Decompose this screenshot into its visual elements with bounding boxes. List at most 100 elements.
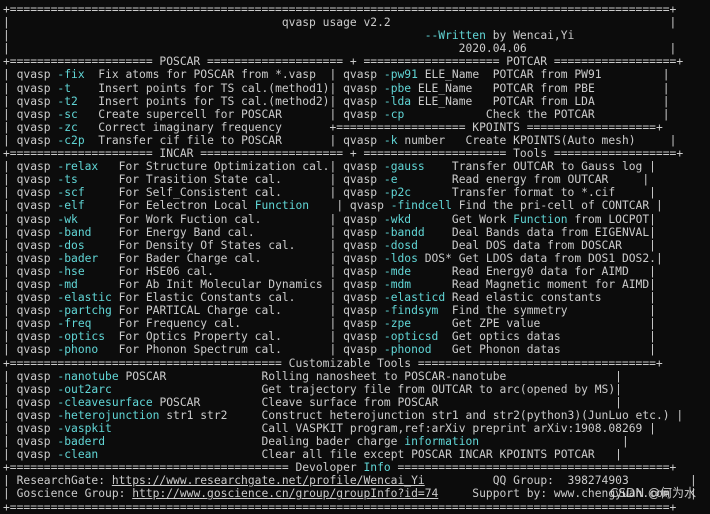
option-flag: -k bbox=[384, 134, 398, 147]
terminal-line: | qvasp -partchg For PARTICAL Charge cal… bbox=[3, 304, 707, 317]
option-flag: -bandd bbox=[384, 226, 425, 239]
terminal-line: +===================== INCAR ===========… bbox=[3, 147, 707, 160]
terminal-text: Clear all file except POSCAR INCAR KPOIN… bbox=[98, 448, 622, 461]
terminal-text: | bbox=[3, 29, 425, 42]
terminal-text: Deal Bands data from EIGENVAL| bbox=[425, 226, 656, 239]
option-flag: -elastic bbox=[57, 291, 111, 304]
option-flag: -t2 bbox=[57, 95, 77, 108]
terminal-text: | qvasp bbox=[3, 422, 57, 435]
option-flag: -relax bbox=[57, 160, 98, 173]
terminal-text: | qvasp bbox=[3, 383, 57, 396]
terminal-line: | qvasp -nanotube POSCAR Rolling nanoshe… bbox=[3, 370, 707, 383]
terminal-text: str1 str2 Construct heterojunction str1 … bbox=[159, 409, 683, 422]
option-flag: -scf bbox=[57, 186, 84, 199]
option-flag: -elf bbox=[57, 199, 84, 212]
terminal-text: For Elastic Constants cal. | qvasp bbox=[112, 291, 384, 304]
terminal-text: | qvasp bbox=[3, 108, 57, 121]
terminal-text: | qvasp bbox=[3, 252, 57, 265]
option-flag: -md bbox=[57, 278, 77, 291]
terminal-text: Get optics datas | bbox=[438, 330, 656, 343]
terminal-text: | qvasp bbox=[3, 435, 57, 448]
terminal-text: +=======================================… bbox=[3, 357, 663, 370]
terminal-line: | qvasp -scf For Self_Consistent cal. | … bbox=[3, 186, 707, 199]
terminal-line: | Goscience Group: http://www.goscience.… bbox=[3, 487, 707, 500]
terminal-line: | qvasp -baderd Dealing bader charge inf… bbox=[3, 435, 707, 448]
terminal-text: For Ab Init Molecular Dynamics | qvasp bbox=[78, 278, 384, 291]
terminal-text: | qvasp bbox=[3, 121, 57, 134]
terminal-line: | qvasp -fix Fix atoms for POSCAR from *… bbox=[3, 68, 707, 81]
option-flag: -clean bbox=[57, 448, 98, 461]
terminal-text: | qvasp bbox=[3, 396, 57, 409]
terminal-text: +===================== POSCAR ==========… bbox=[3, 55, 683, 68]
terminal-text: Correct imaginary frequency +===========… bbox=[78, 121, 663, 134]
option-flag: -gauss bbox=[384, 160, 425, 173]
terminal-line: +=======================================… bbox=[3, 3, 707, 16]
terminal-text: Transfer OUTCAR to Gauss log | bbox=[425, 160, 656, 173]
terminal-line: | qvasp -md For Ab Init Molecular Dynami… bbox=[3, 278, 707, 291]
option-flag: -fix bbox=[57, 68, 84, 81]
option-flag: -phono bbox=[57, 343, 98, 356]
terminal-text: | qvasp bbox=[3, 160, 57, 173]
terminal-line: +=======================================… bbox=[3, 461, 707, 474]
terminal-line: | qvasp -elf For Eelectron Local Functio… bbox=[3, 199, 707, 212]
option-flag: -wk bbox=[57, 213, 77, 226]
option-flag: -cleavesurface bbox=[57, 396, 152, 409]
terminal-line: | ResearchGate: https://www.researchgate… bbox=[3, 474, 707, 487]
terminal-text: | qvasp usage v2.2 | bbox=[3, 16, 676, 29]
terminal-text: POSCAR Rolling nanosheet to POSCAR-nanot… bbox=[119, 370, 622, 383]
option-flag: -baderd bbox=[57, 435, 105, 448]
option-flag: -ldos bbox=[384, 252, 418, 265]
terminal-text: For Optics Property cal. | qvasp bbox=[105, 330, 384, 343]
option-flag: -findcell bbox=[391, 199, 452, 212]
terminal-line: | qvasp -bader For Bader Charge cal. | q… bbox=[3, 252, 707, 265]
terminal-text: Find the symmetry | bbox=[438, 304, 656, 317]
terminal-text: Read elastic constants | bbox=[445, 291, 656, 304]
terminal-text: | qvasp bbox=[3, 291, 57, 304]
terminal-text: | qvasp bbox=[3, 82, 57, 95]
terminal-text: +=======================================… bbox=[3, 461, 363, 474]
terminal-text: | qvasp bbox=[3, 95, 57, 108]
terminal-line: | qvasp -dos For Density Of States cal. … bbox=[3, 239, 707, 252]
option-flag: -pw91 bbox=[384, 68, 418, 81]
terminal-text: Deal DOS data from DOSCAR | bbox=[418, 239, 656, 252]
terminal-line: | qvasp -clean Clear all file except POS… bbox=[3, 448, 707, 461]
terminal-text: | qvasp bbox=[3, 213, 57, 226]
option-flag: -zpe bbox=[384, 317, 411, 330]
url-link[interactable]: https://www.researchgate.net/profile/Wen… bbox=[112, 474, 425, 487]
terminal-text: For Energy Band cal. | qvasp bbox=[91, 226, 383, 239]
option-flag: Info bbox=[363, 461, 390, 474]
terminal-text: +=======================================… bbox=[3, 3, 676, 16]
terminal-text: For Eelectron Local bbox=[85, 199, 255, 212]
terminal-text: Transfer cif file to POSCAR | qvasp bbox=[85, 134, 384, 147]
option-flag: -cp bbox=[384, 108, 404, 121]
option-flag: -dos bbox=[57, 239, 84, 252]
watermark: CSDN @何为水 bbox=[610, 487, 696, 500]
terminal-text: Dealing bader charge bbox=[105, 435, 404, 448]
terminal-text: For Frequency cal. | qvasp bbox=[91, 317, 383, 330]
terminal-text: | qvasp bbox=[3, 265, 57, 278]
terminal-line: | qvasp -zc Correct imaginary frequency … bbox=[3, 121, 707, 134]
terminal-text: | qvasp bbox=[3, 226, 57, 239]
option-flag: -partchg bbox=[57, 304, 111, 317]
option-flag: -p2c bbox=[384, 186, 411, 199]
terminal-text: Insert points for TS cal.(method1)| qvas… bbox=[71, 82, 384, 95]
url-link[interactable]: http://www.goscience.cn/group/groupInfo?… bbox=[132, 487, 438, 500]
terminal-text: | qvasp bbox=[3, 448, 57, 461]
terminal-line: | qvasp -c2p Transfer cif file to POSCAR… bbox=[3, 134, 707, 147]
terminal-line: | qvasp -wk For Work Fuction cal. | qvas… bbox=[3, 213, 707, 226]
option-flag: Function bbox=[255, 199, 309, 212]
terminal-window: +=======================================… bbox=[3, 3, 707, 507]
option-flag: -zc bbox=[57, 121, 77, 134]
terminal-line: | 2020.04.06 | bbox=[3, 42, 707, 55]
option-flag: Function bbox=[513, 213, 567, 226]
terminal-line: | qvasp -phono For Phonon Spectrum cal. … bbox=[3, 343, 707, 356]
terminal-text: Get trajectory file from OUTCAR to arc(o… bbox=[112, 383, 622, 396]
terminal-text: | ResearchGate: bbox=[3, 474, 112, 487]
option-flag: -pbe bbox=[384, 82, 411, 95]
option-flag: -out2arc bbox=[57, 383, 111, 396]
terminal-text: | bbox=[479, 435, 629, 448]
terminal-text: number Create KPOINTS(Auto mesh) | bbox=[398, 134, 677, 147]
terminal-line: | qvasp -heterojunction str1 str2 Constr… bbox=[3, 409, 707, 422]
terminal-text: by Wencai,Yi | bbox=[486, 29, 710, 42]
terminal-text: Transfer format to *.cif | bbox=[411, 186, 656, 199]
